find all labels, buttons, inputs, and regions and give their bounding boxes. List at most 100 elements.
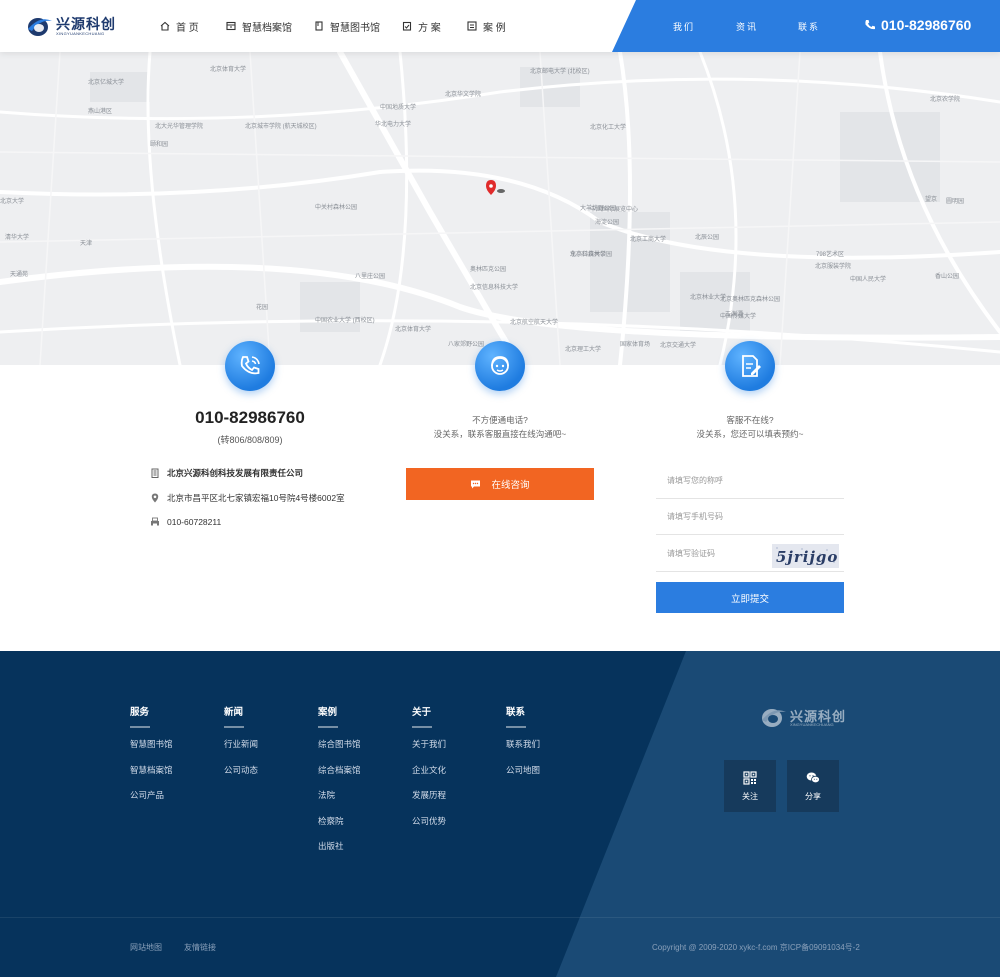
footer-col-underline: [412, 726, 432, 728]
location-pin-icon: [151, 493, 159, 503]
chat-prompt: 不方便通电话? 没关系，联系客服直接在线沟通吧~: [400, 413, 600, 441]
map-label: 中国人民大学: [850, 277, 887, 283]
map-label: 北京交通大学: [660, 343, 697, 349]
fax-number: 010-60728211: [167, 517, 222, 527]
submit-button-label: 立即提交: [730, 593, 769, 605]
chat-bubble-icon: [471, 480, 481, 488]
map-label: 北京农学院: [930, 97, 961, 103]
company-row: 北京兴源科创科技发展有限责任公司: [150, 467, 303, 479]
footer-col-title: 案例: [318, 707, 338, 718]
qr-code-icon: [743, 770, 757, 785]
footer-link[interactable]: 公司动态: [224, 764, 258, 790]
footer-col-about: 关于 关于我们 企业文化 发展历程 公司优势: [412, 704, 446, 840]
nav-solutions-label: 方 案: [418, 22, 441, 34]
map-label: 北京服装学院: [815, 264, 852, 270]
footer-divider: [0, 917, 1000, 918]
header-phone-number: 010-82986760: [881, 17, 972, 33]
map-label: 国家体育场: [620, 342, 651, 348]
map-label: 燕山港区: [88, 109, 113, 115]
footer-link[interactable]: 企业文化: [412, 764, 446, 790]
footer-link[interactable]: 智慧档案馆: [130, 764, 173, 790]
footer-link[interactable]: 公司产品: [130, 789, 173, 815]
footer-link[interactable]: 综合档案馆: [318, 764, 361, 790]
wechat-icon: [806, 772, 820, 783]
map-label: 华北电力大学: [375, 122, 412, 128]
footer-link[interactable]: 公司地图: [506, 764, 540, 790]
map-label: 中国地质大学: [380, 105, 417, 111]
map-label: 北京工商大学: [630, 237, 667, 243]
site-header: 兴源科创 XINGYUANKECHUANG 首 页 智慧档案馆 智慧图书馆 方 …: [0, 0, 1000, 52]
nav-contact[interactable]: 联系: [798, 20, 820, 33]
logo[interactable]: 兴源科创 XINGYUANKECHUANG: [26, 13, 116, 39]
nav-smart-library[interactable]: 智慧图书馆: [314, 19, 380, 34]
company-name: 北京兴源科创科技发展有限责任公司: [167, 468, 304, 478]
name-field[interactable]: 请填写您的称呼: [656, 463, 844, 499]
mobile-field-placeholder: 请填写手机号码: [667, 512, 723, 521]
captcha-image[interactable]: 5jrijgo: [772, 544, 839, 568]
header-phone[interactable]: 010-82986760: [864, 17, 971, 33]
map-label: 中国国际展览中心: [590, 207, 639, 213]
footer-link[interactable]: 综合图书馆: [318, 738, 361, 764]
sitemap-link[interactable]: 网站地图: [130, 942, 162, 953]
form-prompt-line1: 客服不在线?: [726, 415, 774, 425]
address-row: 北京市昌平区北七家镇宏福10号院4号楼6002室: [150, 492, 345, 504]
cases-icon: [467, 21, 477, 31]
footer-link[interactable]: 行业新闻: [224, 738, 258, 764]
footer-col-title: 关于: [412, 707, 432, 718]
map-label: 奥林匹克公园: [470, 267, 507, 273]
footer-link[interactable]: 智慧图书馆: [130, 738, 173, 764]
map-label: 北京大学: [0, 199, 25, 205]
nav-smart-archive-label: 智慧档案馆: [242, 22, 292, 34]
footer-link[interactable]: 联系我们: [506, 738, 540, 764]
share-button[interactable]: 分享: [787, 760, 839, 812]
footer-col-underline: [130, 726, 150, 728]
map-label: 北京体育大学: [210, 67, 247, 73]
copyright: Copyright @ 2009-2020 xykc-f.com 京ICP备09…: [652, 943, 860, 952]
footer-link[interactable]: 检察院: [318, 815, 361, 841]
submit-button[interactable]: 立即提交: [656, 582, 844, 613]
map-label: 八家郊野公园: [448, 342, 485, 348]
nav-cases[interactable]: 案 例: [467, 19, 506, 34]
site-footer: 服务 智慧图书馆 智慧档案馆 公司产品 新闻 行业新闻 公司动态 案例 综合图书…: [0, 651, 1000, 977]
nav-solutions[interactable]: 方 案: [402, 19, 441, 34]
map-label: 八里庄公园: [355, 274, 386, 280]
footer-col-underline: [506, 726, 526, 728]
fax-icon: [151, 517, 159, 526]
form-circle-icon: [725, 341, 775, 391]
map-label: 天通苑: [10, 272, 29, 278]
nav-cases-label: 案 例: [483, 22, 506, 34]
map-label: 北辰公园: [695, 235, 720, 241]
fax-row: 010-60728211: [150, 517, 221, 527]
footer-link[interactable]: 关于我们: [412, 738, 446, 764]
mobile-field[interactable]: 请填写手机号码: [656, 499, 844, 535]
friend-links-link[interactable]: 友情链接: [184, 942, 216, 953]
contact-phone: 010-82986760: [195, 408, 305, 427]
map-roads: [0, 52, 1000, 365]
building-icon: [151, 468, 159, 478]
footer-link[interactable]: 公司优势: [412, 815, 446, 841]
map-label: 香山公园: [935, 274, 960, 280]
phone-call-icon: [240, 356, 260, 375]
map-label: 玉渊潭: [725, 312, 744, 318]
footer-col-news: 新闻 行业新闻 公司动态: [224, 704, 258, 789]
footer-link[interactable]: 发展历程: [412, 789, 446, 815]
map-label: 北京信息科技大学: [470, 285, 519, 291]
nav-home-label: 首 页: [176, 22, 199, 34]
nav-home[interactable]: 首 页: [160, 19, 199, 34]
share-label: 分享: [805, 791, 821, 801]
location-map[interactable]: 北京亿城大学 北京邮电大学 (北校区) 北京体育大学 中国地质大学 北京华文学院…: [0, 52, 1000, 365]
follow-button[interactable]: 关注: [724, 760, 776, 812]
book-icon: [315, 21, 323, 31]
map-label: 天津: [80, 241, 93, 247]
nav-news[interactable]: 资讯: [736, 20, 758, 33]
map-label: 北大光华管理学院: [155, 124, 204, 130]
nav-about-us[interactable]: 我们: [673, 20, 695, 33]
chat-prompt-line1: 不方便通电话?: [472, 415, 528, 425]
map-label: 中国农业大学 (西校区): [315, 318, 375, 324]
online-consult-button[interactable]: 在线咨询: [406, 468, 594, 500]
footer-link[interactable]: 出版社: [318, 840, 361, 866]
customer-service-icon: [491, 356, 509, 375]
footer-link[interactable]: 法院: [318, 789, 361, 815]
nav-smart-archive[interactable]: 智慧档案馆: [226, 19, 292, 34]
map-label: 颐和园: [150, 142, 169, 148]
